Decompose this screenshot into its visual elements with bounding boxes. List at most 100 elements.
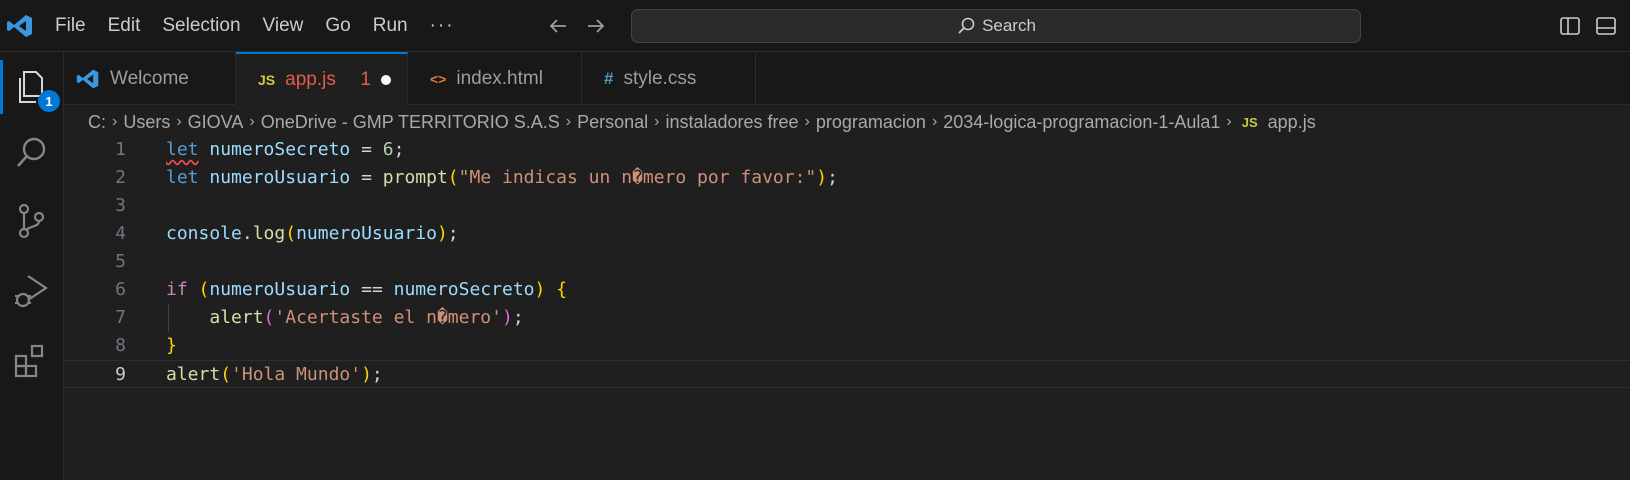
line-number: 9 — [115, 364, 126, 385]
extensions-button[interactable] — [10, 340, 52, 382]
function-name: alert — [209, 307, 264, 328]
breadcrumb-item[interactable]: programacion — [816, 112, 926, 133]
activity-bar: 1 — [0, 52, 64, 480]
tab-label: index.html — [456, 67, 543, 89]
tab-welcome[interactable]: Welcome — [64, 52, 236, 105]
title-bar: File Edit Selection View Go Run ··· Sear… — [0, 0, 1630, 52]
identifier: numeroUsuario — [209, 279, 351, 300]
chevron-right-icon: › — [1226, 113, 1232, 130]
tab-index-html[interactable]: <> index.html — [408, 52, 582, 105]
tab-style-css[interactable]: # style.css — [582, 52, 756, 105]
code-line: 3 — [64, 192, 1630, 220]
breadcrumb-file[interactable]: app.js — [1268, 112, 1316, 133]
code-line: 6 if (numeroUsuario == numeroSecreto) { — [64, 276, 1630, 304]
tab-label: Welcome — [110, 67, 189, 89]
breadcrumb-item[interactable]: OneDrive - GMP TERRITORIO S.A.S — [261, 112, 560, 133]
menu-go[interactable]: Go — [314, 0, 361, 52]
run-debug-button[interactable] — [10, 270, 52, 312]
menu-bar: File Edit Selection View Go Run ··· — [44, 0, 466, 52]
run-debug-icon — [15, 275, 48, 308]
line-number: 2 — [115, 167, 126, 188]
line-number: 6 — [115, 279, 126, 300]
search-label: Search — [982, 16, 1036, 35]
search-view-button[interactable] — [10, 132, 52, 174]
breadcrumb: C: › Users › GIOVA › OneDrive - GMP TERRITO… — [88, 108, 1316, 136]
unsaved-dot-icon[interactable] — [381, 75, 391, 85]
breadcrumb-item[interactable]: Users — [123, 112, 170, 133]
chevron-right-icon: › — [249, 113, 255, 130]
code-line-current: 9 alert('Hola Mundo'); — [64, 360, 1630, 388]
source-control-button[interactable] — [10, 200, 52, 242]
string-literal: 'Hola Mundo' — [231, 364, 362, 385]
explorer-button[interactable]: 1 — [0, 60, 60, 114]
chevron-right-icon: › — [804, 113, 810, 130]
identifier: numeroSecreto — [209, 139, 351, 160]
keyword: let — [166, 167, 199, 188]
forward-arrow-icon[interactable] — [584, 14, 608, 38]
html-file-icon: <> — [430, 70, 447, 87]
vscode-logo-icon — [76, 69, 99, 88]
chevron-right-icon: › — [931, 113, 938, 130]
css-file-icon: # — [604, 68, 614, 88]
toggle-sidebar-icon[interactable] — [1558, 14, 1582, 38]
line-number: 4 — [115, 223, 126, 244]
menu-file[interactable]: File — [44, 0, 97, 52]
identifier: numeroUsuario — [296, 223, 437, 244]
code-line: 5 — [64, 248, 1630, 276]
identifier: numeroUsuario — [209, 167, 351, 188]
semicolon: ; — [447, 223, 459, 244]
problems-count: 1 — [360, 69, 371, 90]
code-editor[interactable]: 1 let numeroSecreto = 6; 2 let numeroUsu… — [64, 136, 1630, 480]
line-number: 3 — [115, 195, 126, 216]
breadcrumb-item[interactable]: instaladores free — [665, 112, 798, 133]
menu-more[interactable]: ··· — [419, 0, 466, 52]
extensions-icon — [14, 344, 44, 378]
semicolon: ; — [827, 167, 838, 188]
menu-edit[interactable]: Edit — [97, 0, 152, 52]
string-literal: "Me indicas un n�mero por favor:" — [458, 167, 817, 188]
breadcrumb-item[interactable]: 2034-logica-programacion-1-Aula1 — [943, 112, 1220, 133]
code-line: 1 let numeroSecreto = 6; — [64, 136, 1630, 164]
menu-run[interactable]: Run — [362, 0, 419, 52]
breadcrumb-item[interactable]: Personal — [577, 112, 648, 133]
javascript-file-icon: JS — [1241, 114, 1258, 130]
line-number: 1 — [115, 139, 126, 160]
code-line: 4 console.log(numeroUsuario); — [64, 220, 1630, 248]
breadcrumb-item[interactable]: GIOVA — [188, 112, 244, 133]
chevron-right-icon: › — [565, 113, 572, 130]
editor-tab-bar: Welcome JS app.js 1 <> index.html # styl… — [64, 52, 1630, 106]
command-center-search[interactable]: Search — [631, 9, 1361, 43]
vscode-logo-icon — [7, 15, 32, 37]
toggle-panel-icon[interactable] — [1594, 14, 1618, 38]
semicolon: ; — [371, 364, 383, 385]
dot: . — [241, 223, 253, 244]
tab-app-js[interactable]: JS app.js 1 — [236, 52, 408, 106]
function-name: alert — [166, 364, 221, 385]
operator: = — [350, 139, 383, 160]
navigation-arrows — [546, 14, 608, 38]
line-number: 5 — [115, 251, 126, 272]
identifier: console — [166, 223, 242, 244]
search-icon — [958, 17, 975, 34]
semicolon: ; — [393, 139, 405, 160]
code-line: 8 } — [64, 332, 1630, 360]
semicolon: ; — [512, 307, 524, 328]
code-line: 7 alert('Acertaste el n�mero'); — [64, 304, 1630, 332]
back-arrow-icon[interactable] — [546, 14, 570, 38]
breadcrumb-item[interactable]: C: — [88, 112, 106, 133]
code-line: 2 let numeroUsuario = prompt("Me indicas… — [64, 164, 1630, 192]
operator: = — [350, 167, 383, 188]
chevron-right-icon: › — [654, 113, 660, 130]
function-name: log — [252, 223, 286, 244]
identifier: numeroSecreto — [393, 279, 535, 300]
explorer-badge: 1 — [38, 90, 60, 112]
keyword: if — [166, 279, 188, 300]
number-literal: 6 — [382, 139, 394, 160]
line-number: 7 — [115, 307, 126, 328]
operator: == — [350, 279, 394, 300]
menu-selection[interactable]: Selection — [151, 0, 251, 52]
tab-label: app.js — [285, 69, 336, 90]
tab-label: style.css — [623, 67, 697, 89]
menu-view[interactable]: View — [252, 0, 315, 52]
string-literal: 'Acertaste el n�mero' — [274, 307, 502, 328]
